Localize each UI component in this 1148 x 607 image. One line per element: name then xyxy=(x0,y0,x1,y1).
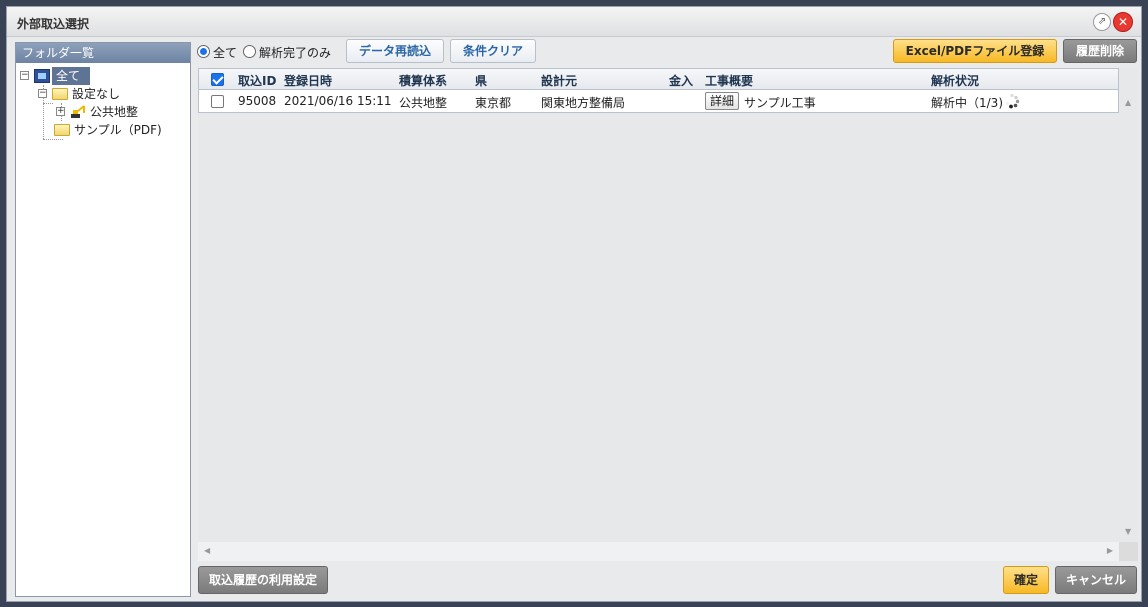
detail-button[interactable]: 詳細 xyxy=(705,92,740,110)
collapse-icon[interactable]: − xyxy=(20,71,29,80)
folder-icon xyxy=(54,124,70,136)
col-header-designer[interactable]: 設計元 xyxy=(541,72,577,89)
cell-datetime: 2021/06/16 15:11 xyxy=(284,94,392,108)
row-checkbox[interactable] xyxy=(211,95,224,108)
col-header-kinnyu[interactable]: 金入 xyxy=(669,72,693,89)
scroll-corner xyxy=(1119,542,1138,561)
loading-spinner-icon xyxy=(1006,93,1020,109)
folder-panel-header: フォルダ一覧 xyxy=(16,43,190,63)
scroll-right-icon[interactable]: ▶ xyxy=(1107,546,1113,555)
radio-analysis-done[interactable] xyxy=(243,45,256,58)
col-header-datetime[interactable]: 登録日時 xyxy=(284,72,332,89)
register-file-button[interactable]: Excel/PDFファイル登録 xyxy=(893,39,1057,63)
history-settings-button[interactable]: 取込履歴の利用設定 xyxy=(198,566,328,594)
col-header-prefecture[interactable]: 県 xyxy=(475,72,487,89)
tree-label-unset[interactable]: 設定なし xyxy=(72,85,120,103)
expand-icon[interactable]: + xyxy=(56,107,65,116)
confirm-button[interactable]: 確定 xyxy=(1003,566,1049,594)
col-header-status[interactable]: 解析状況 xyxy=(931,72,979,89)
select-all-checkbox[interactable] xyxy=(211,73,224,86)
scroll-down-icon[interactable]: ▼ xyxy=(1125,527,1131,536)
tree-line xyxy=(43,139,63,140)
folder-panel: フォルダ一覧 − 全て − 設定なし + 公共地整 サンプル（PDF) xyxy=(15,42,191,597)
cell-system: 公共地整 xyxy=(399,96,448,110)
folder-icon xyxy=(52,88,68,100)
reload-data-button[interactable]: データ再読込 xyxy=(346,39,444,63)
popout-icon[interactable]: ⇗ xyxy=(1093,13,1111,31)
tree-label-sample[interactable]: サンプル（PDF) xyxy=(74,121,162,139)
tree-item-all[interactable]: − 全て xyxy=(16,67,190,85)
tree-item-public-land[interactable]: + 公共地整 xyxy=(16,103,190,121)
title-bar: 外部取込選択 ⇗ ✕ xyxy=(7,7,1141,37)
horizontal-scrollbar[interactable]: ◀ ▶ xyxy=(198,542,1119,561)
cell-summary: サンプル工事 xyxy=(744,96,816,110)
scroll-left-icon[interactable]: ◀ xyxy=(204,546,210,555)
collapse-icon[interactable]: − xyxy=(38,89,47,98)
vertical-scrollbar[interactable]: ▲ ▼ xyxy=(1119,90,1138,542)
radio-all-label[interactable]: 全て xyxy=(213,44,237,61)
tree-item-unset[interactable]: − 設定なし xyxy=(16,85,190,103)
import-grid: 取込ID 登録日時 積算体系 県 設計元 金入 工事概要 解析状況 95008 … xyxy=(198,68,1138,561)
scroll-up-icon[interactable]: ▲ xyxy=(1125,98,1131,107)
delete-history-button[interactable]: 履歴削除 xyxy=(1063,39,1137,63)
window-title: 外部取込選択 xyxy=(17,17,90,31)
tree-item-sample[interactable]: サンプル（PDF) xyxy=(16,121,190,139)
radio-analysis-done-label[interactable]: 解析完了のみ xyxy=(259,44,331,61)
cell-id: 95008 xyxy=(238,94,277,108)
col-header-id[interactable]: 取込ID xyxy=(238,72,276,89)
dialog-window: 外部取込選択 ⇗ ✕ フォルダ一覧 − 全て − 設定なし + 公共地整 サンプ… xyxy=(6,6,1142,602)
computer-icon xyxy=(34,69,50,83)
tree-label-public-land[interactable]: 公共地整 xyxy=(90,103,138,121)
table-row[interactable]: 95008 2021/06/16 15:11 公共地整 東京都 関東地方整備局 … xyxy=(198,90,1119,113)
folder-tree: − 全て − 設定なし + 公共地整 サンプル（PDF) xyxy=(16,63,190,140)
close-icon[interactable]: ✕ xyxy=(1113,12,1133,32)
cell-status: 解析中（1/3) xyxy=(931,96,1003,110)
col-header-summary[interactable]: 工事概要 xyxy=(705,72,753,89)
tree-label-all[interactable]: 全て xyxy=(52,67,91,85)
clear-conditions-button[interactable]: 条件クリア xyxy=(450,39,536,63)
cancel-button[interactable]: キャンセル xyxy=(1055,566,1137,594)
cell-designer: 関東地方整備局 xyxy=(541,96,626,110)
col-header-system[interactable]: 積算体系 xyxy=(399,72,447,89)
radio-all[interactable] xyxy=(197,45,210,58)
grid-header: 取込ID 登録日時 積算体系 県 設計元 金入 工事概要 解析状況 xyxy=(198,68,1119,90)
cell-prefecture: 東京都 xyxy=(475,96,512,110)
excavator-icon xyxy=(71,105,85,118)
